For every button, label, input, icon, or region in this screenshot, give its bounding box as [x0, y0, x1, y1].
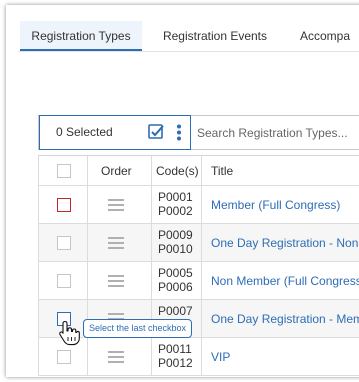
row-check-cell — [38, 186, 88, 223]
row-codes: P0001 P0002 — [158, 190, 193, 218]
selection-summary: 0 Selected — [39, 115, 191, 150]
code-secondary: P0012 — [158, 356, 193, 370]
header-order-cell: Order — [88, 156, 152, 185]
code-primary: P0005 — [158, 266, 193, 280]
row-title-link[interactable]: One Day Registration - Non — [211, 224, 358, 262]
row-checkbox[interactable] — [57, 274, 71, 288]
row-order-cell — [88, 186, 152, 223]
table-row: P0005 P0006 Non Member (Full Congress) — [38, 262, 359, 300]
code-primary: P0011 — [158, 342, 192, 356]
row-order-cell — [88, 224, 152, 261]
registration-types-table: Order Code(s) Title P0001 P0002 Member (… — [38, 155, 359, 376]
more-options-icon[interactable] — [176, 124, 182, 141]
code-secondary: P0006 — [158, 280, 193, 294]
row-title-cell: Non Member (Full Congress) — [202, 262, 359, 299]
row-codes: P0009 P0010 — [158, 228, 193, 256]
checkbox-checked-icon[interactable] — [148, 124, 164, 140]
tab-registration-events[interactable]: Registration Events — [154, 21, 276, 51]
column-header-order[interactable]: Order — [101, 156, 132, 186]
header-check-cell — [38, 156, 88, 185]
header-title-cell: Title — [202, 156, 359, 185]
row-order-cell — [88, 338, 152, 375]
row-codes-cell: P0005 P0006 — [152, 262, 202, 299]
row-codes-cell: P0011 P0012 — [152, 338, 202, 375]
code-primary: P0007 — [158, 304, 193, 318]
drag-handle-icon[interactable] — [108, 351, 124, 363]
row-title-link[interactable]: One Day Registration - Mem — [211, 300, 359, 338]
code-secondary: P0002 — [158, 204, 193, 218]
drag-handle-icon[interactable] — [108, 275, 124, 287]
tab-registration-types[interactable]: Registration Types — [20, 21, 142, 51]
row-title-link[interactable]: Member (Full Congress) — [211, 186, 340, 224]
code-secondary: P0010 — [158, 242, 193, 256]
column-header-title[interactable]: Title — [211, 156, 233, 186]
search-input[interactable] — [191, 116, 359, 149]
row-title-link[interactable]: Non Member (Full Congress) — [211, 262, 359, 300]
row-title-cell: VIP — [202, 338, 359, 375]
row-codes: P0007 — [158, 304, 193, 318]
table-row: P0001 P0002 Member (Full Congress) — [38, 186, 359, 224]
hand-pointer-cursor-icon — [59, 320, 80, 346]
selected-count: 0 Selected — [56, 125, 113, 139]
tab-bar: Registration Types Registration Events A… — [18, 21, 359, 51]
table-header-row: Order Code(s) Title — [38, 156, 359, 186]
row-check-cell — [38, 262, 88, 299]
table-toolbar: 0 Selected — [38, 115, 359, 150]
screenshot-frame: Registration Types Registration Events A… — [0, 0, 359, 382]
hint-tooltip: Select the last checkbox — [83, 319, 193, 338]
row-order-cell — [88, 262, 152, 299]
row-codes: P0005 P0006 — [158, 266, 193, 294]
code-primary: P0001 — [158, 190, 193, 204]
row-codes-cell: P0009 P0010 — [152, 224, 202, 261]
tab-accompanying[interactable]: Accompa — [290, 21, 359, 51]
column-header-codes[interactable]: Code(s) — [156, 156, 199, 186]
drag-handle-icon[interactable] — [108, 237, 124, 249]
code-primary: P0009 — [158, 228, 193, 242]
table-row: P0009 P0010 One Day Registration - Non — [38, 224, 359, 262]
row-title-link[interactable]: VIP — [211, 338, 230, 376]
row-check-cell — [38, 224, 88, 261]
drag-handle-icon[interactable] — [108, 199, 124, 211]
row-codes-cell: P0001 P0002 — [152, 186, 202, 223]
row-checkbox[interactable] — [57, 198, 71, 212]
row-title-cell: One Day Registration - Non — [202, 224, 359, 261]
row-title-cell: One Day Registration - Mem — [202, 300, 359, 337]
row-checkbox[interactable] — [57, 350, 71, 364]
row-title-cell: Member (Full Congress) — [202, 186, 359, 223]
header-codes-cell: Code(s) — [152, 156, 202, 185]
table-row: P0011 P0012 VIP — [38, 338, 359, 376]
row-checkbox[interactable] — [57, 236, 71, 250]
select-all-checkbox[interactable] — [57, 164, 71, 178]
tab-divider — [18, 51, 359, 52]
row-codes: P0011 P0012 — [158, 342, 193, 370]
